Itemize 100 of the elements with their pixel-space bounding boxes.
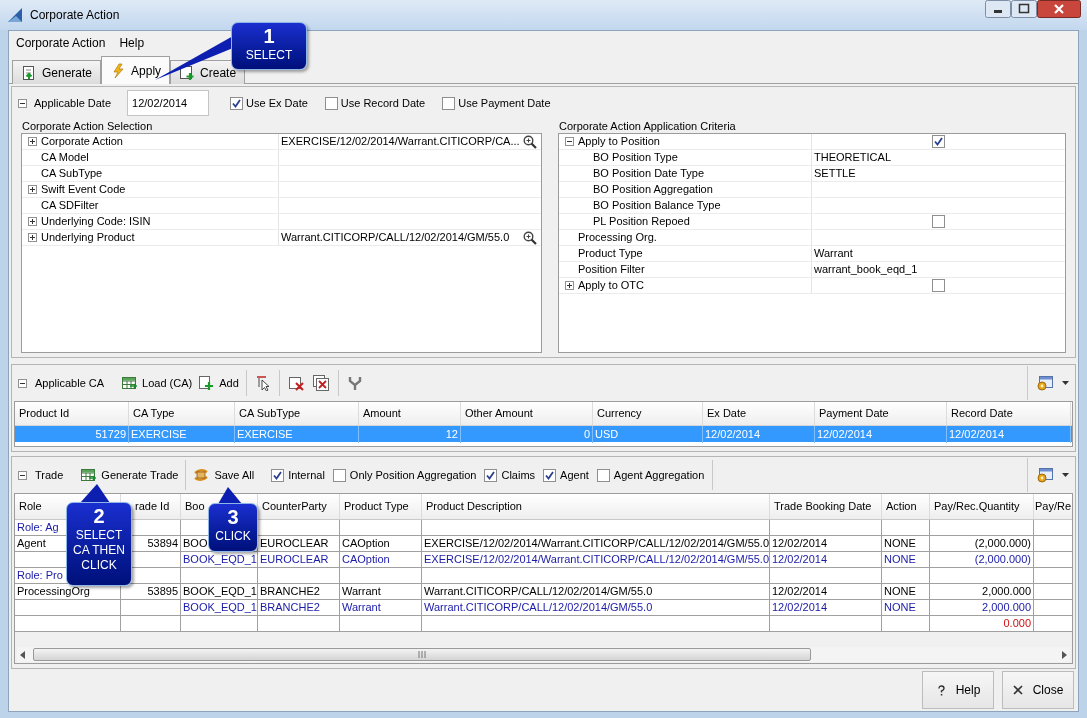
column-header[interactable]: Other Amount (461, 402, 593, 425)
table-cell: 0.000 (930, 616, 1034, 632)
toolbar-button[interactable]: Load (CA) (118, 372, 196, 394)
collapse-icon[interactable] (18, 98, 27, 108)
checkbox[interactable] (596, 468, 610, 482)
collapse-icon[interactable] (18, 470, 27, 480)
callout-number: 3 (227, 505, 239, 529)
expand-icon[interactable] (28, 185, 37, 194)
load-table-icon (121, 375, 138, 391)
property-label: Underlying Product (41, 230, 135, 246)
property-label: CA SubType (41, 166, 103, 182)
table-cell: 12/02/2014 (947, 426, 1071, 443)
date-field[interactable]: 12/02/2014 (127, 90, 210, 116)
property-label: CA SDFilter (41, 198, 99, 214)
zoom-in-icon[interactable] (523, 134, 537, 149)
column-header[interactable]: Amount (359, 402, 461, 425)
property-label: PL Position Repoed (593, 214, 690, 230)
checkbox-label: Claims (501, 467, 536, 483)
tab-icon (21, 64, 37, 81)
save-all-icon (193, 467, 210, 483)
scroll-thumb[interactable] (33, 648, 811, 661)
zoom-in-icon[interactable] (523, 230, 537, 245)
checkbox[interactable] (332, 468, 346, 482)
callout-number: 1 (263, 24, 275, 48)
property-label: CA Model (41, 150, 89, 166)
toolbar-button[interactable]: Add (195, 372, 242, 394)
property-label: Corporate Action (41, 134, 123, 150)
property-label: Position Filter (578, 262, 645, 278)
column-header[interactable]: CA SubType (235, 402, 359, 425)
expand-icon[interactable] (28, 137, 37, 146)
select-cursor-icon[interactable] (254, 375, 271, 391)
checkbox[interactable] (932, 135, 945, 148)
caret-icon[interactable] (1062, 381, 1069, 385)
checkbox[interactable] (932, 279, 945, 292)
delete-all-icon[interactable] (311, 374, 330, 392)
property-label: Underlying Code: ISIN (41, 214, 151, 230)
settings-icon[interactable] (1036, 467, 1054, 483)
property-value: THEORETICAL (814, 150, 891, 166)
property-label: Apply to Position (578, 134, 660, 150)
horizontal-scrollbar[interactable] (17, 647, 1070, 662)
caret-icon[interactable] (1062, 473, 1069, 477)
checkbox[interactable] (230, 96, 244, 110)
expand-icon[interactable] (28, 233, 37, 242)
property-label: BO Position Balance Type (593, 198, 721, 214)
dialog-button[interactable]: Close (1002, 671, 1074, 709)
column-header[interactable]: Product Description (422, 494, 770, 519)
checkbox[interactable] (484, 468, 498, 482)
column-header[interactable]: Record Date (947, 402, 1071, 425)
column-header[interactable]: Payment Date (815, 402, 947, 425)
property-label: Processing Org. (578, 230, 657, 246)
toolbar-button[interactable]: Save All (190, 464, 258, 486)
property-label: BO Position Aggregation (593, 182, 713, 198)
table-cell: EXERCISE (235, 426, 359, 443)
maximize-button[interactable] (1011, 0, 1037, 18)
merge-icon[interactable] (346, 375, 363, 391)
column-header[interactable]: CA Type (129, 402, 235, 425)
checkbox-label: Agent Aggregation (613, 467, 705, 483)
table-cell: EXERCISE (129, 426, 235, 443)
column-header[interactable]: Pay/Rec.Quantity (930, 494, 1034, 519)
property-label: Swift Event Code (41, 182, 126, 198)
app-icon (6, 6, 24, 24)
property-value: warrant_book_eqd_1 (814, 262, 918, 278)
property-value: EXERCISE/12/02/2014/Warrant.CITICORP/CA... (281, 134, 521, 150)
column-header[interactable]: Ex Date (703, 402, 815, 425)
minimize-button[interactable] (985, 0, 1011, 18)
checkbox[interactable] (271, 468, 285, 482)
checkbox-label: Only Position Aggregation (349, 467, 477, 483)
callout-text: SELECT (245, 48, 293, 63)
checkbox[interactable] (543, 468, 557, 482)
checkbox-label: Internal (288, 467, 325, 483)
checkbox[interactable] (442, 96, 456, 110)
menu-item[interactable]: Corporate Action (9, 34, 113, 52)
checkbox-label: Use Ex Date (246, 95, 308, 111)
collapse-icon[interactable] (18, 378, 27, 388)
expand-icon[interactable] (565, 281, 574, 290)
column-header[interactable]: Action (882, 494, 930, 519)
group-title: Corporate Action Application Criteria (558, 119, 737, 133)
close-button[interactable] (1037, 0, 1081, 18)
table-cell: 12 (359, 426, 461, 443)
menu-item[interactable]: Help (112, 34, 152, 52)
column-header[interactable]: Product Type (340, 494, 422, 519)
settings-icon[interactable] (1036, 375, 1054, 391)
expand-icon[interactable] (28, 217, 37, 226)
tab[interactable]: Apply (101, 56, 171, 84)
column-header[interactable]: Trade Booking Date (770, 494, 882, 519)
delete-icon[interactable] (287, 375, 304, 391)
checkbox[interactable] (932, 215, 945, 228)
column-header[interactable]: Currency (593, 402, 703, 425)
tab[interactable]: Generate (12, 60, 102, 84)
toolbar-button[interactable]: Generate Trade (77, 464, 182, 486)
property-label: BO Position Date Type (593, 166, 705, 182)
dialog-button[interactable]: Help (922, 671, 994, 709)
collapse-icon[interactable] (565, 137, 574, 146)
checkbox[interactable] (324, 96, 338, 110)
column-header[interactable]: Product Id (15, 402, 129, 425)
add-icon (198, 375, 215, 391)
tab-icon (110, 62, 127, 79)
column-header[interactable]: Pay/Re (1034, 494, 1072, 519)
property-value: Warrant (814, 246, 853, 262)
checkbox-label: Agent (560, 467, 589, 483)
